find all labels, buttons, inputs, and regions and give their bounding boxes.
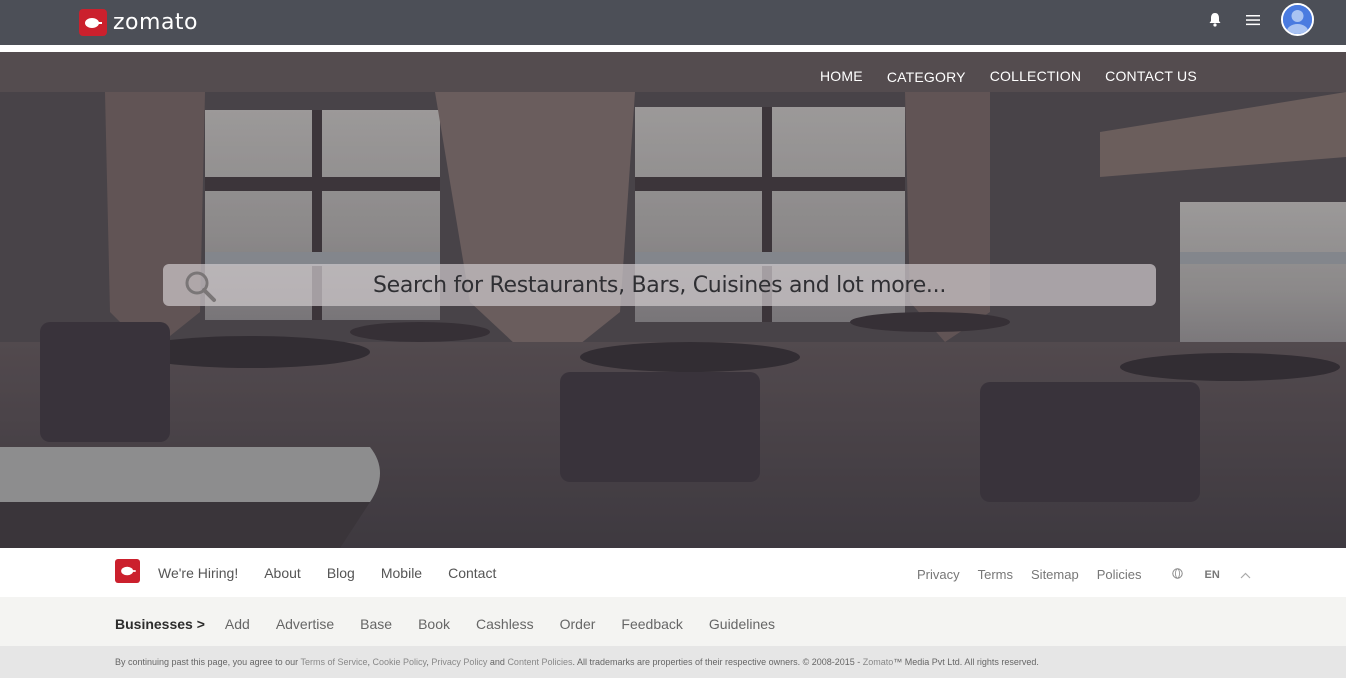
legal-suffix: . All trademarks are properties of their… <box>572 657 863 667</box>
nav-category[interactable]: CATEGORY <box>887 69 966 85</box>
footer-link-privacy[interactable]: Privacy <box>917 567 960 582</box>
globe-icon <box>1171 567 1183 582</box>
footer-main: We're Hiring! About Blog Mobile Contact … <box>0 548 1346 597</box>
business-link-cashless[interactable]: Cashless <box>476 616 534 632</box>
footer-link-contact[interactable]: Contact <box>448 565 496 581</box>
footer-logo-icon[interactable] <box>115 559 140 583</box>
zomato-logo[interactable]: zomato <box>79 9 198 36</box>
hamburger-menu-icon[interactable] <box>1243 10 1263 30</box>
hero-banner: HOME CATEGORY COLLECTION CONTACT US Sear… <box>0 52 1346 548</box>
footer-link-terms[interactable]: Terms <box>978 567 1013 582</box>
nav-home[interactable]: HOME <box>820 68 863 85</box>
legal-prefix: By continuing past this page, you agree … <box>115 657 301 667</box>
nav-collection[interactable]: COLLECTION <box>990 68 1081 85</box>
zomato-link[interactable]: Zomato <box>863 657 894 667</box>
footer-link-mobile[interactable]: Mobile <box>381 565 422 581</box>
business-link-book[interactable]: Book <box>418 616 450 632</box>
footer-link-about[interactable]: About <box>264 565 301 581</box>
business-link-add[interactable]: Add <box>225 616 250 632</box>
top-header: zomato <box>0 0 1346 45</box>
footer-businesses: Businesses > Add Advertise Base Book Cas… <box>0 597 1346 646</box>
chevron-up-icon[interactable] <box>1240 567 1251 582</box>
business-link-base[interactable]: Base <box>360 616 392 632</box>
language-code: EN <box>1204 568 1220 581</box>
terms-of-service-link[interactable]: Terms of Service <box>300 657 367 667</box>
footer-link-hiring[interactable]: We're Hiring! <box>158 565 238 581</box>
privacy-policy-link[interactable]: Privacy Policy <box>431 657 487 667</box>
legal-end: ™ Media Pvt Ltd. All rights reserved. <box>893 657 1039 667</box>
header-divider <box>0 45 1346 52</box>
search-bar[interactable]: Search for Restaurants, Bars, Cuisines a… <box>163 264 1156 306</box>
business-link-feedback[interactable]: Feedback <box>621 616 682 632</box>
business-link-guidelines[interactable]: Guidelines <box>709 616 775 632</box>
user-avatar-icon[interactable] <box>1281 3 1314 36</box>
footer-legal: By continuing past this page, you agree … <box>0 646 1346 678</box>
businesses-heading[interactable]: Businesses > <box>115 616 205 632</box>
brand-name: zomato <box>113 10 199 35</box>
footer-link-sitemap[interactable]: Sitemap <box>1031 567 1079 582</box>
search-placeholder: Search for Restaurants, Bars, Cuisines a… <box>372 273 947 298</box>
footer-link-blog[interactable]: Blog <box>327 565 355 581</box>
nav-contact-us[interactable]: CONTACT US <box>1105 68 1197 85</box>
footer-link-policies[interactable]: Policies <box>1097 567 1142 582</box>
legal-text: By continuing past this page, you agree … <box>115 657 1039 667</box>
business-link-order[interactable]: Order <box>560 616 596 632</box>
bell-icon[interactable] <box>1205 10 1225 30</box>
content-policies-link[interactable]: Content Policies <box>507 657 572 667</box>
hero-nav: HOME CATEGORY COLLECTION CONTACT US <box>820 68 1221 85</box>
business-link-advertise[interactable]: Advertise <box>276 616 334 632</box>
cookie-policy-link[interactable]: Cookie Policy <box>373 657 427 667</box>
legal-sep: and <box>487 657 508 667</box>
logo-badge-icon <box>79 9 107 36</box>
language-selector[interactable]: EN <box>1171 567 1269 582</box>
